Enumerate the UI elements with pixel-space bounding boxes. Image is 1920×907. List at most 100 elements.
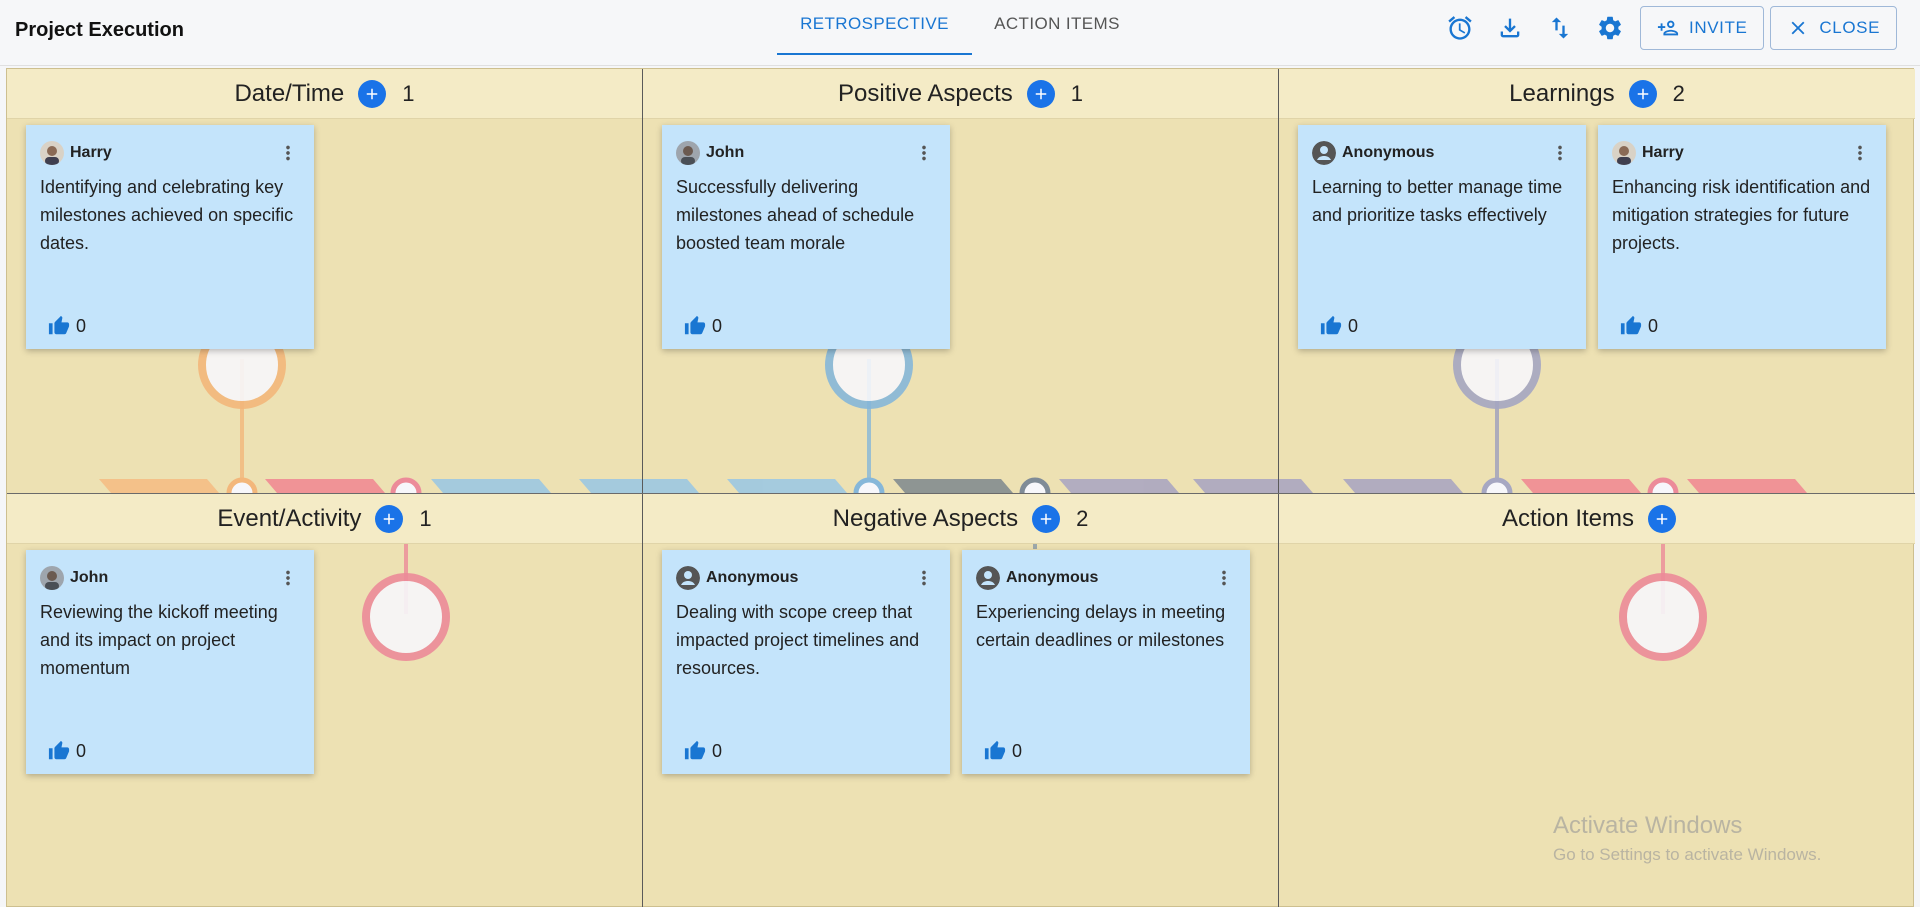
toolbar: INVITE CLOSE [1440, 5, 1903, 51]
more-vert-icon [286, 570, 290, 586]
avatar-icon [1312, 141, 1336, 165]
like-button[interactable]: 0 [1620, 315, 1658, 337]
card-menu-button[interactable] [276, 141, 300, 165]
column-title: Event/Activity [217, 504, 362, 532]
card-count: 2 [1672, 80, 1685, 106]
add-card-button[interactable] [1032, 504, 1061, 533]
tab-action-items[interactable]: ACTION ITEMS [972, 0, 1142, 56]
avatar [976, 566, 1000, 590]
card-author: Anonymous [706, 569, 799, 586]
download-button[interactable] [1490, 8, 1530, 48]
like-button[interactable]: 0 [1320, 315, 1358, 337]
more-vert-icon [1858, 145, 1862, 161]
retro-card[interactable]: Anonymous Dealing with scope creep that … [662, 550, 950, 774]
avatar [40, 141, 64, 165]
card-menu-button[interactable] [912, 141, 936, 165]
avatar-icon [40, 566, 64, 590]
activation-watermark-title: Activate Windows [1553, 812, 1743, 839]
card-author: Anonymous [1006, 569, 1099, 586]
column-title: Learnings [1509, 79, 1615, 107]
plus-icon [1040, 513, 1052, 524]
more-vert-icon [922, 145, 926, 161]
close-label: CLOSE [1819, 18, 1881, 37]
settings-button[interactable] [1590, 8, 1630, 48]
card-text: Successfully delivering milestones ahead… [676, 177, 915, 253]
column-header-action-items: Action Items [1279, 494, 1915, 544]
card-menu-button[interactable] [1848, 141, 1872, 165]
retrospective-board: Date/Time 1 Positive Aspects 1 Learnings… [6, 68, 1915, 907]
like-count: 0 [712, 315, 723, 336]
add-card-button[interactable] [358, 79, 387, 108]
activation-watermark-subtitle: Go to Settings to activate Windows. [1553, 845, 1822, 864]
thumb-up-icon [684, 740, 706, 760]
retro-card[interactable]: Anonymous Learning to better manage time… [1298, 125, 1586, 349]
thumb-up-icon [48, 740, 70, 760]
page-title: Project Execution [15, 19, 184, 41]
like-count: 0 [1012, 740, 1023, 761]
sort-button[interactable] [1540, 8, 1580, 48]
close-button[interactable]: CLOSE [1770, 6, 1898, 50]
invite-label: INVITE [1689, 18, 1748, 37]
retro-card[interactable]: Anonymous Experiencing delays in meeting… [962, 550, 1250, 774]
column-header-event-activity: Event/Activity 1 [7, 494, 642, 544]
like-button[interactable]: 0 [684, 315, 722, 337]
card-menu-button[interactable] [276, 566, 300, 590]
card-text: Learning to better manage time and prior… [1312, 177, 1563, 225]
timer-button[interactable] [1440, 8, 1480, 48]
card-text: Enhancing risk identification and mitiga… [1612, 177, 1871, 253]
card-header: John [40, 564, 300, 592]
gear-icon [1599, 16, 1621, 40]
thumb-up-icon [1620, 315, 1642, 335]
card-header: John [676, 139, 936, 167]
card-count: 1 [402, 80, 415, 106]
card-menu-button[interactable] [1548, 141, 1572, 165]
invite-button[interactable]: INVITE [1640, 6, 1765, 50]
avatar [1612, 141, 1636, 165]
retro-card[interactable]: John Reviewing the kickoff meeting and i… [26, 550, 314, 774]
card-count: 1 [419, 505, 432, 531]
like-count: 0 [712, 740, 723, 761]
person-add-icon [1657, 20, 1679, 36]
card-header: Anonymous [1312, 139, 1572, 167]
more-vert-icon [1558, 145, 1562, 161]
add-card-button[interactable] [375, 504, 404, 533]
like-button[interactable]: 0 [684, 740, 722, 762]
card-header: Anonymous [676, 564, 936, 592]
avatar [676, 566, 700, 590]
like-button[interactable]: 0 [48, 740, 86, 762]
thumb-up-icon [984, 740, 1006, 760]
retro-card[interactable]: Harry Enhancing risk identification and … [1598, 125, 1886, 349]
card-author: John [706, 144, 745, 161]
card-count: 2 [1076, 505, 1089, 531]
like-button[interactable]: 0 [984, 740, 1022, 762]
add-card-button[interactable] [1628, 79, 1657, 108]
card-author: Harry [70, 144, 112, 161]
tab-retrospective[interactable]: RETROSPECTIVE [777, 0, 972, 56]
column-title: Action Items [1501, 504, 1635, 532]
column-divider [642, 69, 643, 907]
retro-card[interactable]: John Successfully delivering milestones … [662, 125, 950, 349]
like-button[interactable]: 0 [48, 315, 86, 337]
avatar-icon [676, 141, 700, 165]
more-vert-icon [1222, 570, 1226, 586]
thumb-up-icon [1320, 315, 1342, 335]
close-icon [1791, 21, 1805, 35]
retro-card[interactable]: Harry Identifying and celebrating key mi… [26, 125, 314, 349]
card-count: 1 [1070, 80, 1083, 106]
more-vert-icon [286, 145, 290, 161]
card-text: Experiencing delays in meeting certain d… [976, 602, 1226, 650]
download-icon [1500, 18, 1520, 38]
plus-icon [384, 513, 395, 524]
card-menu-button[interactable] [1212, 566, 1236, 590]
card-menu-button[interactable] [912, 566, 936, 590]
card-header: Harry [1612, 139, 1872, 167]
card-text: Dealing with scope creep that impacted p… [676, 602, 920, 678]
avatar-icon [1612, 141, 1636, 165]
column-title: Positive Aspects [838, 79, 1013, 107]
plus-icon [1656, 513, 1668, 524]
tab-bar: RETROSPECTIVE ACTION ITEMS [777, 0, 1142, 56]
card-text: Reviewing the kickoff meeting and its im… [40, 602, 278, 678]
add-card-button[interactable] [1026, 79, 1055, 108]
avatar [676, 141, 700, 165]
add-card-button[interactable] [1648, 504, 1677, 533]
